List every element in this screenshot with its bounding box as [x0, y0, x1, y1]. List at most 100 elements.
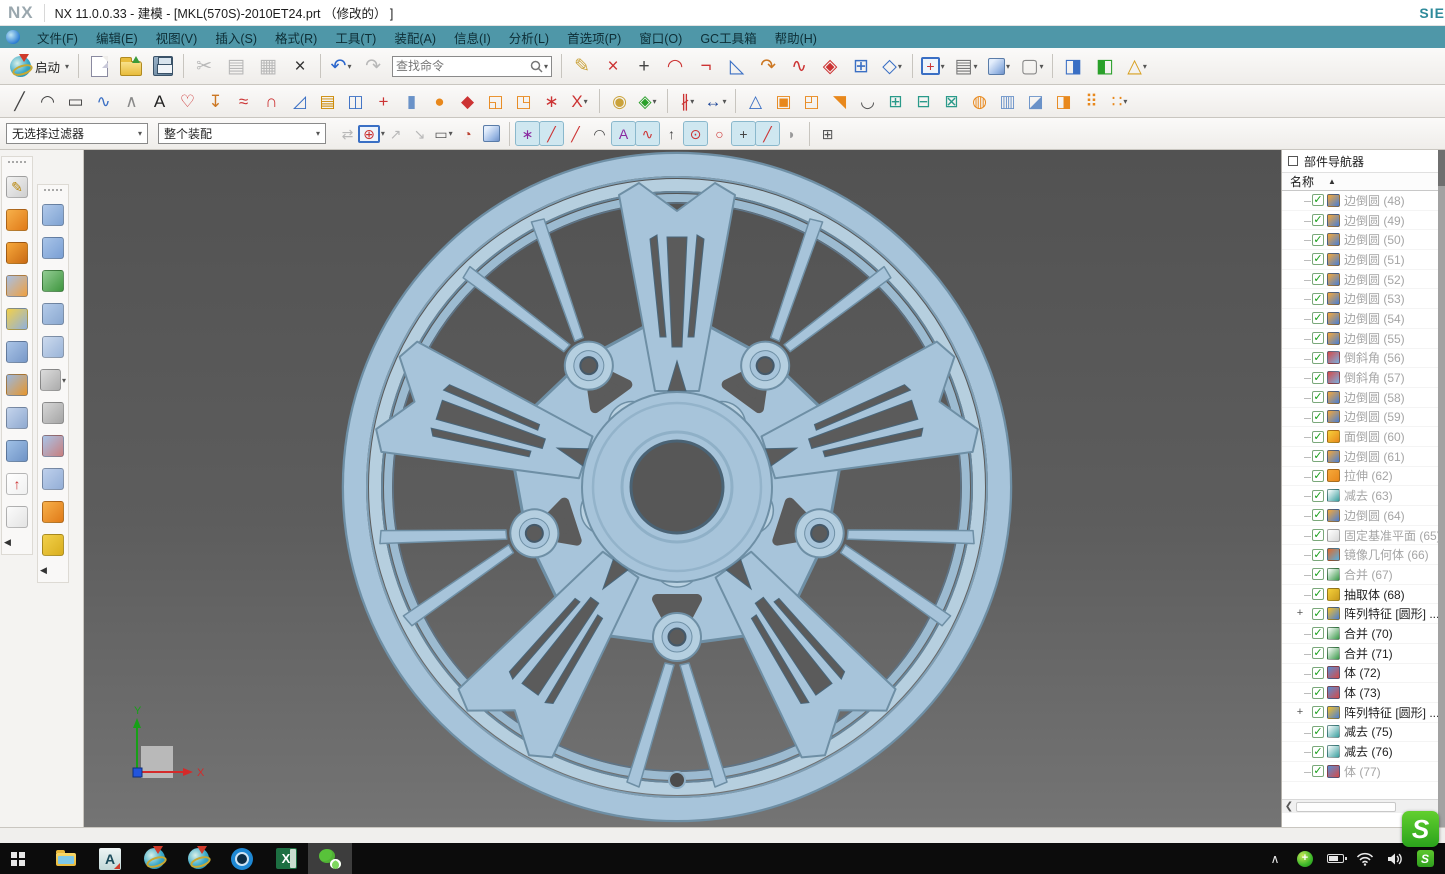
edit-section-icon[interactable]: ◧: [1090, 51, 1120, 81]
delete-icon[interactable]: ×: [285, 51, 315, 81]
menu-item-7[interactable]: 信息(I): [445, 26, 500, 49]
part-navigator-header[interactable]: 部件导航器: [1282, 150, 1438, 173]
rectangle-icon[interactable]: ▭: [62, 88, 89, 115]
snap-intersection-icon[interactable]: +: [732, 122, 755, 145]
point-set-icon[interactable]: +: [370, 88, 397, 115]
feature-checkbox[interactable]: ✓: [1312, 431, 1324, 443]
chamfer-curve-icon[interactable]: ◺: [722, 51, 752, 81]
feature-checkbox[interactable]: ✓: [1312, 293, 1324, 305]
menu-item-0[interactable]: 文件(F): [28, 26, 87, 49]
move-component-icon[interactable]: ⇄: [336, 122, 359, 145]
offset-surface-icon[interactable]: [4, 273, 30, 299]
expand-toggle[interactable]: +: [1295, 607, 1305, 619]
antivirus-icon[interactable]: [1295, 848, 1315, 870]
feature-checkbox[interactable]: ✓: [1312, 450, 1324, 462]
feature-checkbox[interactable]: ✓: [1312, 549, 1324, 561]
battery-icon[interactable]: [1325, 848, 1345, 870]
rotate-surface-icon[interactable]: ◇▾: [877, 51, 907, 81]
deviation-gauge-icon[interactable]: ∦▾: [674, 88, 701, 115]
cut-icon[interactable]: ✂: [189, 51, 219, 81]
solid-cube-icon[interactable]: [480, 122, 503, 145]
draft-icon[interactable]: △: [742, 88, 769, 115]
project-curve-icon[interactable]: ↧: [202, 88, 229, 115]
menu-item-2[interactable]: 视图(V): [147, 26, 207, 49]
wifi-icon[interactable]: [1355, 848, 1375, 870]
new-file-icon[interactable]: [84, 51, 114, 81]
snap-angle-icon[interactable]: ╱: [756, 122, 779, 145]
shell-body-icon[interactable]: [4, 240, 30, 266]
snap-pole-icon[interactable]: ◠: [588, 122, 611, 145]
extract-face-icon[interactable]: ↑: [4, 471, 30, 497]
nx-window2-icon[interactable]: [176, 843, 220, 874]
volume-icon[interactable]: [1385, 848, 1405, 870]
snap-curve-icon[interactable]: ∿: [636, 122, 659, 145]
grid-snap-icon[interactable]: ⊞: [816, 122, 839, 145]
chevron-down-icon[interactable]: ▾: [974, 62, 978, 71]
tree-item[interactable]: ✓边倒圆 (50): [1282, 230, 1438, 250]
trim-sheet-icon[interactable]: [4, 306, 30, 332]
autocad-icon[interactable]: A: [88, 843, 132, 874]
chevron-down-icon[interactable]: ▾: [544, 62, 548, 71]
tree-item[interactable]: ✓体 (73): [1282, 683, 1438, 703]
mesh-surface-icon[interactable]: ∗: [538, 88, 565, 115]
feature-checkbox[interactable]: ✓: [1312, 194, 1324, 206]
intersection-curve-icon[interactable]: ∩: [258, 88, 285, 115]
feature-checkbox[interactable]: ✓: [1312, 687, 1324, 699]
view-triad[interactable]: Y X: [133, 705, 205, 779]
swept-surface-icon[interactable]: [40, 334, 66, 360]
feature-checkbox[interactable]: ✓: [1312, 234, 1324, 246]
tree-item[interactable]: ✓边倒圆 (64): [1282, 506, 1438, 526]
tree-item[interactable]: ✓减去 (63): [1282, 486, 1438, 506]
rapid-dimension-icon[interactable]: X▾: [566, 88, 593, 115]
tree-item[interactable]: ✓倒斜角 (56): [1282, 349, 1438, 369]
open-file-icon[interactable]: [116, 51, 146, 81]
fit-view-icon[interactable]: +▾: [918, 51, 948, 81]
sort-ascending-icon[interactable]: ▲: [1328, 177, 1336, 186]
line-icon[interactable]: ╱: [6, 88, 33, 115]
file-explorer-icon[interactable]: [44, 843, 88, 874]
ruled-surface-icon[interactable]: [40, 202, 66, 228]
feature-checkbox[interactable]: ✓: [1312, 470, 1324, 482]
feature-checkbox[interactable]: ✓: [1312, 627, 1324, 639]
menu-item-6[interactable]: 装配(A): [385, 26, 445, 49]
tube-icon[interactable]: [4, 438, 30, 464]
text-icon[interactable]: A: [146, 88, 173, 115]
snap-quadrant-icon[interactable]: ○: [708, 122, 731, 145]
sweep-sheet-icon[interactable]: [4, 339, 30, 365]
wrap-geometry-icon[interactable]: ◍: [966, 88, 993, 115]
arc-icon[interactable]: ◠: [34, 88, 61, 115]
menu-item-10[interactable]: 窗口(O): [630, 26, 691, 49]
tree-item[interactable]: ✓合并 (71): [1282, 644, 1438, 664]
feature-checkbox[interactable]: ✓: [1312, 588, 1324, 600]
flange-icon[interactable]: ◥: [826, 88, 853, 115]
feature-checkbox[interactable]: ✓: [1312, 726, 1324, 738]
section-view-icon[interactable]: ◈▾: [634, 88, 661, 115]
menu-item-1[interactable]: 编辑(E): [87, 26, 147, 49]
selection-filter-dropdown[interactable]: 无选择过滤器 ▾: [6, 123, 148, 144]
sogou-input-icon[interactable]: S: [1402, 811, 1439, 847]
tree-item[interactable]: ✓拉伸 (62): [1282, 467, 1438, 487]
navigator-column-header[interactable]: 名称 ▲: [1282, 173, 1438, 191]
swept-surface-icon[interactable]: ◿: [286, 88, 313, 115]
recorder-icon[interactable]: [220, 843, 264, 874]
revolve-icon[interactable]: [4, 207, 30, 233]
search-input[interactable]: [396, 59, 528, 73]
snap-endpoint-icon[interactable]: ╱: [540, 122, 563, 145]
pattern-face-icon[interactable]: ∷▾: [1106, 88, 1133, 115]
rectangle-select-icon[interactable]: ▭▾: [432, 122, 455, 145]
window-style-icon[interactable]: ▢▾: [1017, 51, 1047, 81]
styled-sweep-icon[interactable]: ▾: [40, 367, 66, 393]
menu-item-3[interactable]: 插入(S): [206, 26, 266, 49]
studio-spline-icon[interactable]: ∿: [90, 88, 117, 115]
tree-item[interactable]: ✓合并 (70): [1282, 624, 1438, 644]
feature-checkbox[interactable]: ✓: [1312, 765, 1324, 777]
flange-surface-icon[interactable]: [40, 499, 66, 525]
sphere-icon[interactable]: ◆: [454, 88, 481, 115]
offset-curve-icon[interactable]: ≈: [230, 88, 257, 115]
tube-icon[interactable]: ▮: [398, 88, 425, 115]
chevron-down-icon[interactable]: ▾: [584, 97, 588, 106]
copy-face-icon[interactable]: ◳: [510, 88, 537, 115]
feature-checkbox[interactable]: ✓: [1312, 667, 1324, 679]
menu-item-11[interactable]: GC工具箱: [691, 26, 765, 49]
feature-checkbox[interactable]: ✓: [1312, 332, 1324, 344]
